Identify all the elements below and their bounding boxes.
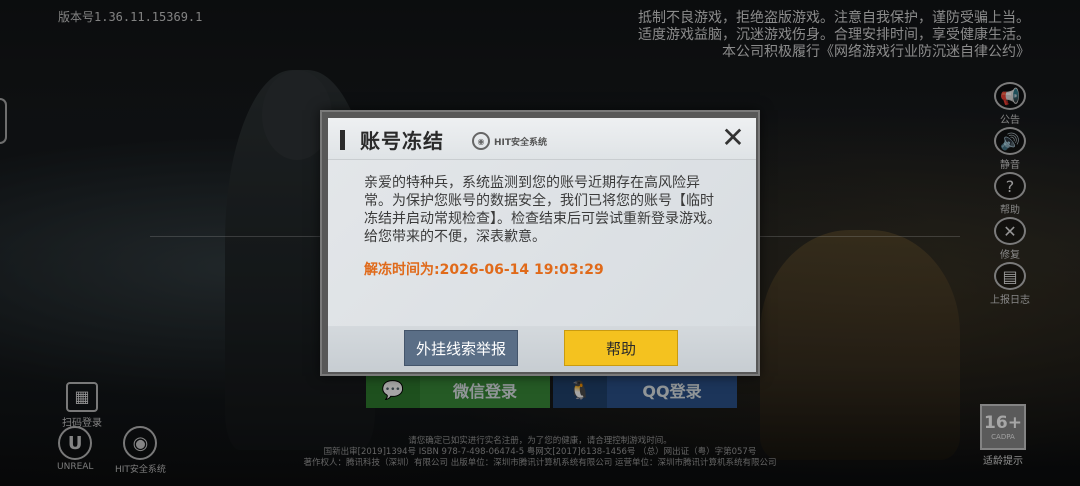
dialog-footer: 外挂线索举报 帮助 — [328, 326, 756, 372]
report-cheat-button[interactable]: 外挂线索举报 — [404, 330, 518, 366]
help-button[interactable]: 帮助 — [564, 330, 678, 366]
dialog-message: 亲爱的特种兵，系统监测到您的账号近期存在高风险异常。为保护您账号的数据安全，我们… — [364, 175, 721, 245]
dialog-header: 账号冻结 ◉ HIT安全系统 ✕ — [328, 118, 756, 160]
unfreeze-time: 2026-06-14 19:03:29 — [439, 262, 604, 278]
dialog-brand: ◉ HIT安全系统 — [472, 132, 547, 150]
shield-icon: ◉ — [472, 132, 490, 150]
dialog-brand-text: HIT安全系统 — [494, 137, 548, 148]
dialog-body: 亲爱的特种兵，系统监测到您的账号近期存在高风险异常。为保护您账号的数据安全，我们… — [328, 160, 756, 326]
unfreeze-label: 解冻时间为: — [364, 262, 440, 278]
account-frozen-dialog: 账号冻结 ◉ HIT安全系统 ✕ 亲爱的特种兵，系统监测到您的账号近期存在高风险… — [320, 110, 760, 376]
close-icon[interactable]: ✕ — [718, 124, 748, 154]
unfreeze-time-line: 解冻时间为:2026-06-14 19:03:29 — [364, 259, 604, 279]
dialog-title: 账号冻结 — [360, 129, 444, 153]
title-accent-bar — [340, 130, 345, 150]
